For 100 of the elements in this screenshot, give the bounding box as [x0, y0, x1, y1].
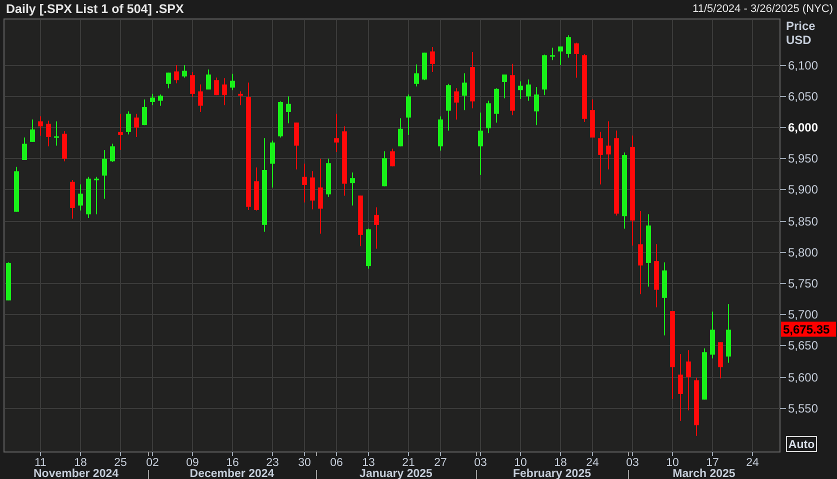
price-label: 6,000 [788, 120, 818, 134]
date-label: 21 [402, 457, 415, 469]
candlestick [14, 166, 19, 212]
candlestick [430, 46, 435, 73]
date-label: 23 [266, 457, 279, 469]
candlestick [366, 228, 371, 270]
date-label: 17 [706, 457, 719, 469]
candlestick [54, 120, 59, 146]
candlestick [198, 84, 203, 112]
candlestick [502, 74, 507, 99]
candlestick [278, 100, 283, 138]
candlestick [534, 86, 539, 126]
candlestick [286, 96, 291, 124]
date-label: 18 [74, 457, 87, 469]
price-label: 5,800 [788, 246, 818, 260]
candlestick [326, 158, 331, 198]
candlestick [302, 163, 307, 203]
candlestick [70, 179, 75, 220]
candlestick [22, 137, 27, 160]
candlestick [486, 100, 491, 134]
date-label: 24 [746, 457, 759, 469]
date-label: 06 [330, 457, 343, 469]
candlestick [158, 94, 163, 106]
date-label: 10 [666, 457, 679, 469]
candlestick [462, 72, 467, 111]
date-label: 24 [586, 457, 599, 469]
candlestick [6, 262, 11, 301]
candlestick [86, 176, 91, 219]
candlestick [254, 167, 259, 212]
price-label: 5,750 [788, 276, 818, 290]
candlestick [726, 304, 731, 364]
candlestick [110, 143, 115, 162]
candlestick [566, 34, 571, 58]
date-label: 09 [186, 457, 199, 469]
candlestick [206, 69, 211, 90]
candlestick [294, 122, 299, 170]
price-label: 5,600 [788, 370, 818, 384]
price-label: 5,550 [788, 402, 818, 416]
candlestick [438, 116, 443, 152]
candlestick [118, 113, 123, 151]
candlestick [134, 113, 139, 138]
candlestick [238, 90, 243, 106]
date-label: 25 [114, 457, 127, 469]
candlestick [222, 78, 227, 106]
candlestick [494, 88, 499, 124]
candlestick [38, 116, 43, 136]
candlestick [190, 72, 195, 98]
month-label: December 2024 [190, 468, 274, 479]
candlestick [270, 140, 275, 188]
candlestick [598, 131, 603, 185]
date-label: 03 [474, 457, 487, 469]
candlestick [350, 172, 355, 206]
date-label: 03 [626, 457, 639, 469]
price-label: 5,900 [788, 182, 818, 196]
date-label: 30 [298, 457, 311, 469]
candlestick [694, 377, 699, 436]
month-label: March 2025 [672, 468, 736, 479]
candlestick [446, 83, 451, 132]
candlestick [686, 350, 691, 411]
candlestick [710, 311, 715, 359]
price-label: 5,950 [788, 152, 818, 166]
candlestick [574, 42, 579, 78]
price-label: 6,050 [788, 90, 818, 104]
candlestick [510, 63, 515, 116]
candlestick [454, 88, 459, 120]
candlestick [590, 98, 595, 138]
candlestick [214, 77, 219, 96]
candlestick [582, 53, 587, 122]
candlestick [174, 64, 179, 84]
candlestick [230, 73, 235, 91]
candlestick [126, 110, 131, 135]
candlestick [142, 98, 147, 126]
last-price-badge: 5,675.35 [781, 322, 836, 337]
candlestick [46, 120, 51, 147]
candlestick [654, 244, 659, 308]
price-label: 6,100 [788, 58, 818, 72]
candlestick [102, 150, 107, 200]
candlestick [310, 170, 315, 210]
candlestick [30, 118, 35, 142]
candlestick [150, 93, 155, 106]
candlestick [550, 47, 555, 61]
currency-label: USD [786, 33, 812, 47]
candlestick [414, 64, 419, 87]
candlestick [718, 342, 723, 379]
candlestick [166, 72, 171, 89]
candlestick [678, 354, 683, 422]
candlestick [398, 118, 403, 147]
candlestick [542, 54, 547, 96]
candlestick [470, 52, 475, 109]
candlestick [358, 195, 363, 247]
date-label: 27 [434, 457, 447, 469]
candlestick [422, 52, 427, 81]
auto-button[interactable]: Auto [786, 436, 817, 452]
candlestick [558, 46, 563, 66]
candlestick [518, 80, 523, 100]
date-range: 11/5/2024 - 3/26/2025 (NYC) [692, 2, 833, 17]
date-label: 16 [226, 457, 239, 469]
candlestick [62, 130, 67, 162]
date-label: 02 [146, 457, 159, 469]
candlestick [526, 79, 531, 102]
